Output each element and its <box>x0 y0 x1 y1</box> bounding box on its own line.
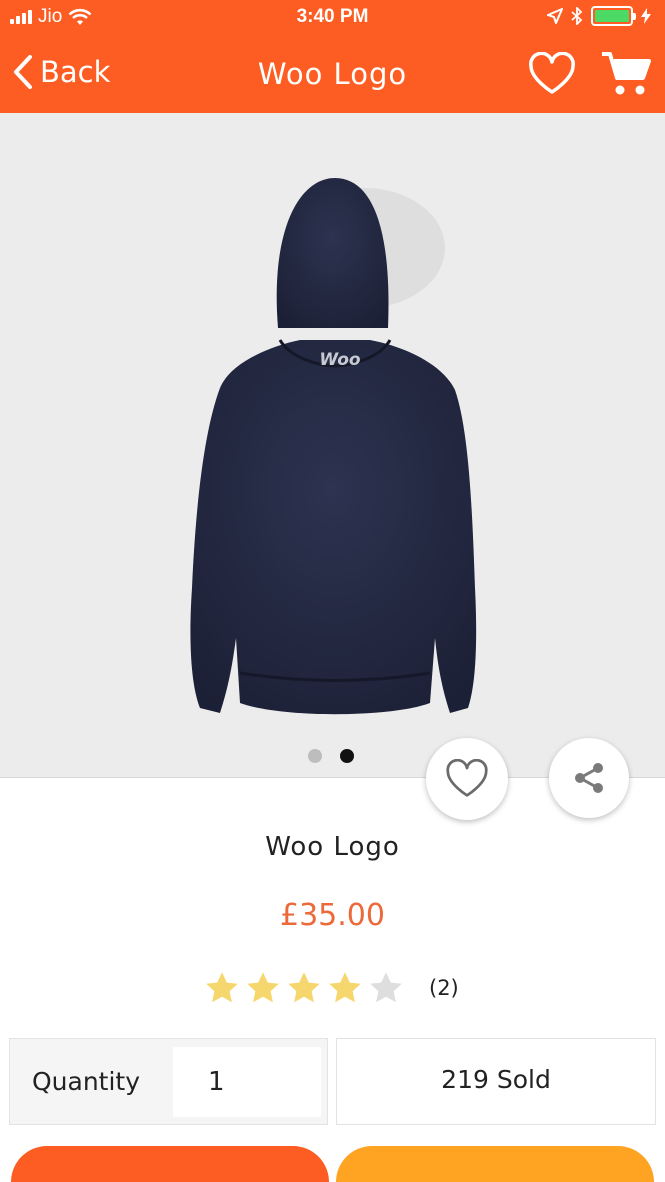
sold-count: 219 Sold <box>336 1038 656 1125</box>
sold-label: 219 Sold <box>441 1065 551 1094</box>
carousel-dot-active[interactable] <box>340 749 354 763</box>
heart-icon <box>446 759 488 797</box>
star-empty-icon <box>370 972 402 1003</box>
rating-stars[interactable]: (2) <box>204 970 459 1006</box>
heart-icon[interactable] <box>528 52 576 96</box>
star-icon <box>206 972 238 1003</box>
star-icon <box>288 972 320 1003</box>
buy-now-button[interactable] <box>336 1146 654 1182</box>
product-price: £35.00 <box>280 898 385 933</box>
top-app-bar: Jio 3:40 PM Back Woo Logo <box>0 0 665 113</box>
carousel-dot[interactable] <box>308 749 322 763</box>
quantity-input[interactable] <box>173 1047 321 1117</box>
charging-icon <box>641 8 651 24</box>
star-icon <box>247 972 279 1003</box>
star-icon <box>329 972 361 1003</box>
carousel-indicator <box>308 749 354 763</box>
wishlist-button[interactable] <box>426 738 508 820</box>
navigation-bar: Back Woo Logo <box>0 38 665 113</box>
product-image-carousel[interactable]: Woo <box>0 113 665 778</box>
quantity-label: Quantity <box>32 1067 141 1096</box>
hoodie-image: Woo <box>190 178 477 715</box>
product-name: Woo Logo <box>265 832 400 862</box>
location-arrow-icon <box>547 8 563 24</box>
share-icon <box>575 763 603 793</box>
bluetooth-icon <box>571 7 583 25</box>
battery-icon <box>591 6 636 26</box>
cart-icon[interactable] <box>600 50 652 98</box>
share-button[interactable] <box>549 738 629 818</box>
hoodie-logo-text: Woo <box>319 350 361 370</box>
status-icons <box>547 6 651 26</box>
review-count[interactable]: (2) <box>429 976 459 1000</box>
status-bar: Jio 3:40 PM <box>0 0 665 38</box>
add-to-cart-button[interactable] <box>11 1146 329 1182</box>
quantity-selector: Quantity <box>9 1038 328 1125</box>
